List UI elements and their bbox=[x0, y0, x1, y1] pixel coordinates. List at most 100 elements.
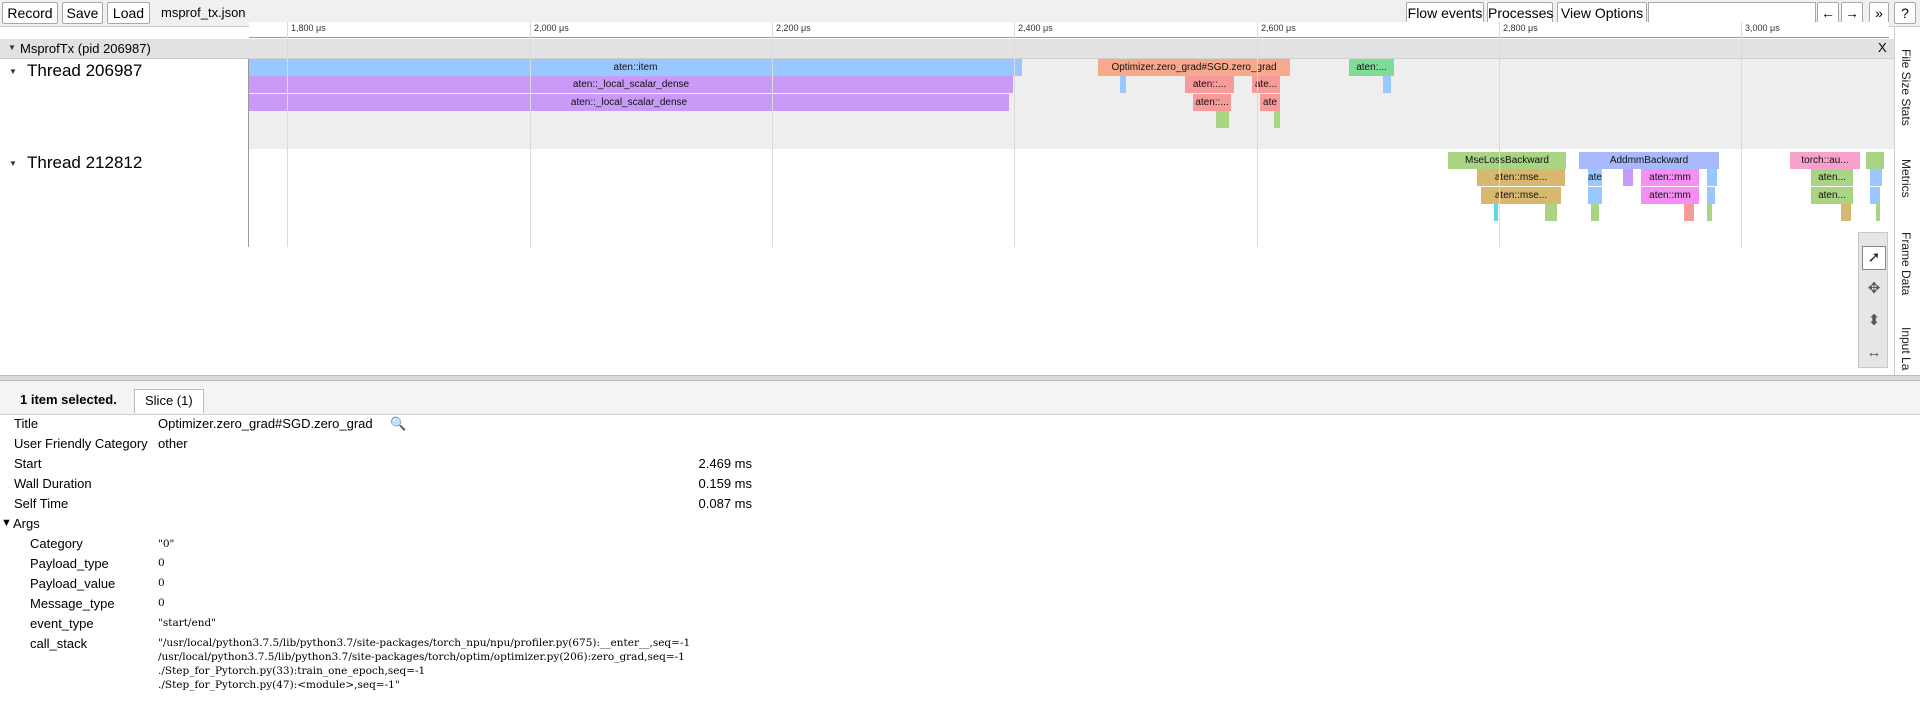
gridline bbox=[530, 22, 531, 247]
arg-row: Payload_value 0 bbox=[0, 574, 1920, 594]
arg-value: 0 bbox=[158, 557, 165, 569]
gridline bbox=[1257, 22, 1258, 247]
slice-addmm-backward[interactable]: AddmmBackward bbox=[1579, 152, 1719, 169]
thread-label-2[interactable]: ▼ Thread 212812 bbox=[0, 149, 249, 247]
slice-torch-autograd[interactable]: torch::au... bbox=[1790, 152, 1860, 169]
slice-aten[interactable]: aten::... bbox=[1185, 76, 1234, 93]
slice-small[interactable] bbox=[1383, 76, 1391, 93]
slice-local-scalar-dense[interactable]: aten::_local_scalar_dense bbox=[249, 94, 1009, 111]
detail-row-title: Title Optimizer.zero_grad#SGD.zero_grad … bbox=[0, 414, 1920, 434]
collapse-arrow-icon[interactable]: ▼ bbox=[8, 43, 16, 52]
save-button[interactable]: Save bbox=[62, 2, 103, 24]
selection-summary: 1 item selected. bbox=[20, 392, 117, 407]
mouse-mode-selector: ➚ ✥ ⬍ ↔ bbox=[1858, 232, 1888, 368]
tab-slice[interactable]: Slice (1) bbox=[134, 389, 204, 413]
detail-key: Title bbox=[14, 416, 39, 431]
tab-frame-data[interactable]: Frame Data bbox=[1899, 232, 1913, 295]
call-stack-line: "/usr/local/python3.7.5/lib/python3.7/si… bbox=[158, 637, 691, 649]
slice-aten[interactable]: aten... bbox=[1811, 169, 1853, 186]
collapse-arrow-icon[interactable]: ▼ bbox=[1, 517, 12, 529]
slice-small[interactable] bbox=[1623, 169, 1633, 186]
tab-file-size-stats[interactable]: File Size Stats bbox=[1899, 49, 1913, 126]
processes-button[interactable]: Processes bbox=[1487, 2, 1553, 24]
slice-local-scalar-dense[interactable]: aten::_local_scalar_dense bbox=[249, 76, 1013, 93]
slice-small[interactable] bbox=[1707, 169, 1717, 186]
search-icon[interactable]: 🔍 bbox=[390, 416, 406, 432]
slice-small[interactable] bbox=[1120, 76, 1126, 93]
process-title: MsprofTx (pid 206987) bbox=[20, 41, 151, 56]
thread-track-2[interactable]: MseLossBackward aten::mse... aten::mse..… bbox=[249, 149, 1894, 247]
next-arrow-button[interactable]: → bbox=[1841, 2, 1863, 24]
arg-value: 0 bbox=[158, 577, 165, 589]
slice-small[interactable] bbox=[1870, 169, 1882, 186]
pan-icon[interactable]: ✥ bbox=[1862, 278, 1886, 302]
prev-arrow-button[interactable]: ← bbox=[1817, 2, 1839, 24]
process-header[interactable]: ▼ MsprofTx (pid 206987) X bbox=[0, 39, 1894, 59]
arg-key: call_stack bbox=[30, 636, 88, 651]
slice-mse-loss-backward[interactable]: MseLossBackward bbox=[1448, 152, 1566, 169]
slice-aten[interactable]: aten::... bbox=[1193, 94, 1231, 111]
collapse-arrow-icon[interactable]: ▼ bbox=[9, 159, 17, 168]
slice-optimizer-zero-grad[interactable]: Optimizer.zero_grad#SGD.zero_grad bbox=[1098, 59, 1290, 76]
time-ruler[interactable]: 1,800 μs 2,000 μs 2,200 μs 2,400 μs 2,60… bbox=[249, 22, 1889, 38]
slice-small[interactable] bbox=[1841, 204, 1851, 221]
slice-aten[interactable]: aten:... bbox=[1349, 59, 1394, 76]
collapse-arrow-icon[interactable]: ▼ bbox=[9, 67, 17, 76]
slice-small[interactable] bbox=[1591, 204, 1599, 221]
help-button[interactable]: ? bbox=[1894, 2, 1916, 24]
detail-row-args[interactable]: ▼ Args bbox=[0, 514, 1920, 534]
arg-value: "0" bbox=[158, 538, 175, 550]
call-stack-line: ./Step_for_Pytorch.py(33):train_one_epoc… bbox=[158, 665, 426, 677]
slice-small[interactable] bbox=[1274, 111, 1280, 128]
thread-track-1[interactable]: aten::item aten::_local_scalar_dense ate… bbox=[249, 59, 1894, 149]
slice-small[interactable] bbox=[1876, 204, 1880, 221]
detail-row-wall-duration: Wall Duration 0.159 ms bbox=[0, 474, 1920, 494]
selection-cursor-icon[interactable]: ➚ bbox=[1862, 246, 1886, 270]
slice-small[interactable] bbox=[1216, 111, 1229, 128]
slice-small[interactable] bbox=[1494, 204, 1498, 221]
arg-key: Message_type bbox=[30, 596, 115, 611]
slice-aten-mm[interactable]: aten::mm bbox=[1641, 187, 1699, 204]
slice-aten-mse[interactable]: aten::mse... bbox=[1477, 169, 1565, 186]
slice-aten[interactable]: ate bbox=[1588, 169, 1602, 186]
zoom-icon[interactable]: ⬍ bbox=[1862, 310, 1886, 334]
slice-aten-item[interactable]: aten::item bbox=[249, 59, 1022, 76]
detail-value: 2.469 ms bbox=[698, 456, 752, 471]
slice-small[interactable] bbox=[1684, 204, 1694, 221]
timing-icon[interactable]: ↔ bbox=[1862, 342, 1886, 366]
close-process-button[interactable]: X bbox=[1878, 40, 1887, 55]
more-button[interactable]: » bbox=[1869, 2, 1889, 24]
thread-name: Thread 212812 bbox=[27, 153, 143, 172]
slice-small[interactable] bbox=[1588, 187, 1602, 204]
call-stack-line: /usr/local/python3.7.5/lib/python3.7/sit… bbox=[158, 651, 685, 663]
load-button[interactable]: Load bbox=[107, 2, 150, 24]
side-panel-tabs: File Size Stats Metrics Frame Data Input… bbox=[1894, 27, 1920, 375]
slice-small[interactable] bbox=[1866, 152, 1884, 169]
slice-small[interactable] bbox=[1707, 187, 1715, 204]
tab-input-latency[interactable]: Input La bbox=[1899, 327, 1913, 370]
slice-aten-mse[interactable]: aten::mse... bbox=[1481, 187, 1561, 204]
arg-key: Payload_value bbox=[30, 576, 116, 591]
ruler-tick-label: 2,400 μs bbox=[1018, 23, 1053, 33]
detail-value: 0.087 ms bbox=[698, 496, 752, 511]
flow-events-button[interactable]: Flow events bbox=[1406, 2, 1484, 24]
slice-aten[interactable]: ate bbox=[1260, 94, 1280, 111]
slice-small[interactable] bbox=[1545, 204, 1557, 221]
tab-metrics[interactable]: Metrics bbox=[1899, 159, 1913, 198]
ruler-tick-label: 3,000 μs bbox=[1745, 23, 1780, 33]
slice-aten[interactable]: aten... bbox=[1811, 187, 1853, 204]
slice-small[interactable] bbox=[1707, 204, 1712, 221]
detail-key: Self Time bbox=[14, 496, 69, 511]
detail-row-self-time: Self Time 0.087 ms bbox=[0, 494, 1920, 514]
ruler-tick-label: 2,600 μs bbox=[1261, 23, 1296, 33]
arg-key: Category bbox=[30, 536, 83, 551]
arg-key: Payload_type bbox=[30, 556, 109, 571]
arg-key: event_type bbox=[30, 616, 94, 631]
search-input[interactable] bbox=[1648, 2, 1816, 24]
slice-aten-mm[interactable]: aten::mm bbox=[1641, 169, 1699, 186]
record-button[interactable]: Record bbox=[2, 2, 58, 24]
view-options-button[interactable]: View Options bbox=[1557, 2, 1647, 24]
slice-small[interactable] bbox=[1870, 187, 1880, 204]
arg-row: Message_type 0 bbox=[0, 594, 1920, 614]
thread-label-1[interactable]: ▼ Thread 206987 bbox=[0, 59, 249, 149]
